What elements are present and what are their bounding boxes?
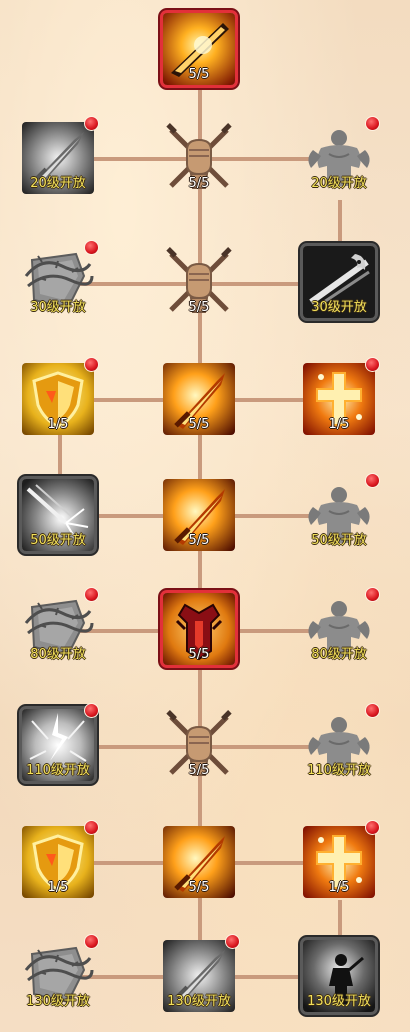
skill-node[interactable]: 1/5	[22, 820, 99, 898]
notification-dot-icon	[365, 820, 380, 835]
thorn-shield-icon	[22, 246, 94, 318]
skill-node[interactable]: 5/5	[163, 479, 235, 551]
holy-cross-skill-icon	[303, 826, 375, 898]
golden-shield-skill-icon	[22, 363, 94, 435]
skill-node[interactable]: 80级开放	[22, 587, 99, 665]
notification-dot-icon	[365, 587, 380, 602]
fist-crossed-swords-icon	[163, 122, 235, 194]
connector-line	[338, 200, 342, 245]
notification-dot-icon	[84, 357, 99, 372]
fist-crossed-swords-icon	[163, 246, 235, 318]
lance-burst-skill-icon	[22, 479, 94, 551]
fist-crossed-swords-icon	[163, 709, 235, 781]
skill-node[interactable]: 130级开放	[22, 934, 99, 1012]
skill-node[interactable]: 5/5	[163, 709, 235, 781]
thorn-shield-icon	[22, 940, 94, 1012]
notification-dot-icon	[365, 703, 380, 718]
grey-sword-skill-icon	[22, 122, 94, 194]
flaming-sword-skill-icon	[163, 826, 235, 898]
notification-dot-icon	[84, 820, 99, 835]
notification-dot-icon	[84, 116, 99, 131]
notification-dot-icon	[365, 116, 380, 131]
skill-node[interactable]: 1/5	[303, 357, 380, 435]
flaming-sword-skill-icon	[163, 479, 235, 551]
notification-dot-icon	[365, 357, 380, 372]
lightning-burst-skill-icon	[22, 709, 94, 781]
muscle-figure-icon	[303, 709, 375, 781]
skill-node[interactable]: 30级开放	[22, 240, 99, 318]
notification-dot-icon	[84, 587, 99, 602]
skill-node[interactable]: 110级开放	[303, 703, 380, 781]
skill-node[interactable]: 1/5	[22, 357, 99, 435]
skill-node[interactable]: 130级开放	[163, 934, 240, 1012]
ghost-slash-skill-icon	[303, 246, 375, 318]
notification-dot-icon	[84, 934, 99, 949]
skill-node[interactable]: 110级开放	[22, 703, 99, 781]
notification-dot-icon	[84, 703, 99, 718]
shadow-warrior-skill-icon	[303, 940, 375, 1012]
thorn-shield-icon	[22, 593, 94, 665]
grey-sword-skill-icon	[163, 940, 235, 1012]
notification-dot-icon	[84, 240, 99, 255]
flaming-sword-skill-icon	[163, 363, 235, 435]
skill-node[interactable]: 5/5	[163, 826, 235, 898]
golden-shield-skill-icon	[22, 826, 94, 898]
skill-node[interactable]: 20级开放	[303, 116, 380, 194]
notification-dot-icon	[225, 934, 240, 949]
holy-cross-skill-icon	[303, 363, 375, 435]
skill-node[interactable]: 30级开放	[303, 246, 375, 318]
skill-node[interactable]: 130级开放	[303, 940, 375, 1012]
skill-node[interactable]: 20级开放	[22, 116, 99, 194]
skill-node[interactable]: 50级开放	[22, 479, 94, 551]
muscle-figure-icon	[303, 479, 375, 551]
muscle-figure-icon	[303, 593, 375, 665]
skill-node[interactable]: 5/5	[163, 122, 235, 194]
notification-dot-icon	[365, 473, 380, 488]
muscle-figure-icon	[303, 122, 375, 194]
skill-node[interactable]: 5/5	[163, 593, 235, 665]
skill-node[interactable]: 5/5	[163, 363, 235, 435]
skill-node[interactable]: 1/5	[303, 820, 380, 898]
fire-blade-skill-icon	[163, 13, 235, 85]
skill-node[interactable]: 5/5	[163, 246, 235, 318]
skill-node[interactable]: 50级开放	[303, 473, 380, 551]
skill-node[interactable]: 5/5	[163, 13, 235, 85]
skill-node[interactable]: 80级开放	[303, 587, 380, 665]
crimson-armor-skill-icon	[163, 593, 235, 665]
connector-line	[338, 900, 342, 940]
